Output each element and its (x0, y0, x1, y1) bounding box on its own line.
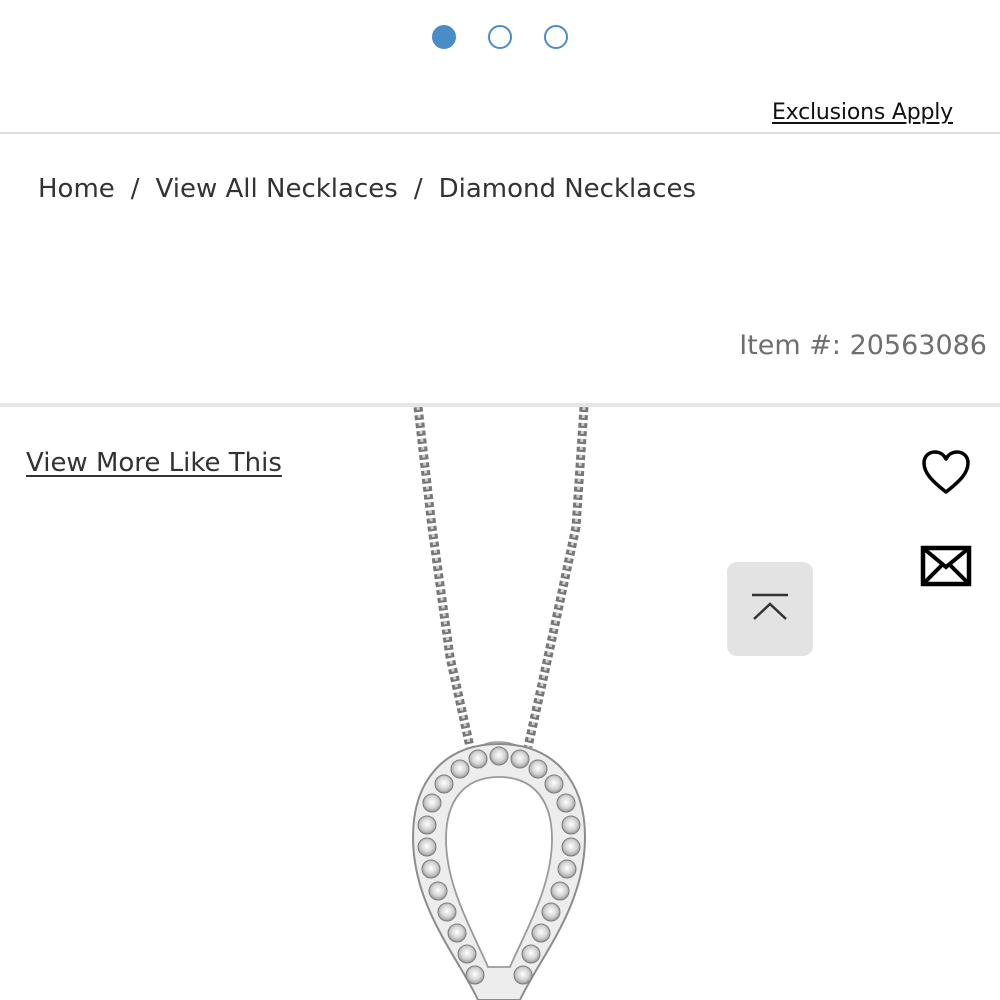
breadcrumb-diamond-necklaces[interactable]: Diamond Necklaces (439, 174, 696, 204)
envelope-icon[interactable] (920, 545, 972, 587)
view-more-like-this-link[interactable]: View More Like This (26, 448, 282, 478)
necklace-chain (413, 407, 589, 748)
carousel-dot-3[interactable] (544, 25, 568, 49)
carousel-dot-2[interactable] (488, 25, 512, 49)
divider (0, 132, 1000, 134)
exclusions-apply-link[interactable]: Exclusions Apply (772, 100, 953, 125)
breadcrumb-view-all-necklaces[interactable]: View All Necklaces (156, 174, 398, 204)
carousel-dot-1[interactable] (432, 25, 456, 49)
breadcrumb-separator: / (130, 174, 140, 204)
item-number-label: Item #: (739, 330, 841, 361)
chevron-up-icon (752, 593, 788, 620)
item-number-value: 20563086 (849, 330, 987, 361)
breadcrumb-separator: / (413, 174, 423, 204)
product-image (411, 407, 589, 1000)
scroll-to-top-button[interactable] (727, 562, 813, 656)
breadcrumb: Home / View All Necklaces / Diamond Necklace… (38, 174, 696, 204)
item-number-row: Item #: 20563086 (739, 330, 987, 361)
breadcrumb-home[interactable]: Home (38, 174, 115, 204)
teardrop-pendant (411, 741, 587, 1000)
heart-icon[interactable] (920, 448, 972, 496)
carousel-pagination (0, 25, 1000, 53)
